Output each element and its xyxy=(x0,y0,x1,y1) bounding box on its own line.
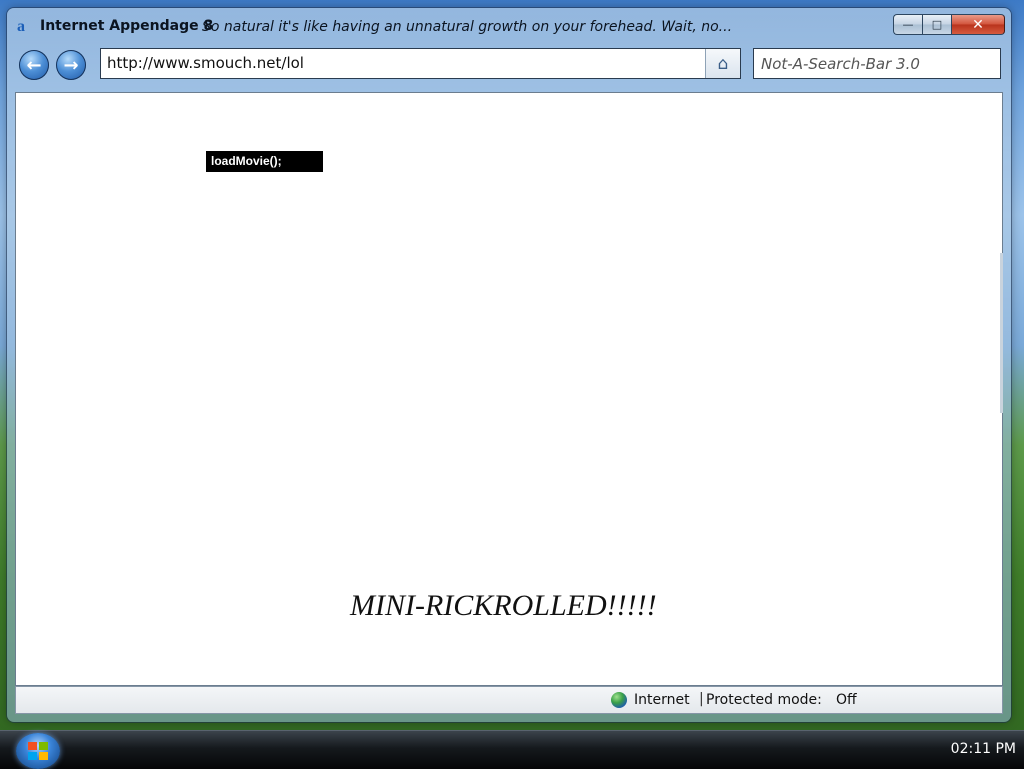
rickroll-message: MINI-RICKROLLED!!!!! xyxy=(350,589,657,622)
back-arrow-icon: ← xyxy=(26,54,42,76)
search-placeholder: Not-A-Search-Bar 3.0 xyxy=(761,55,920,73)
windows-logo-icon xyxy=(28,742,48,760)
window-controls: — □ ✕ xyxy=(893,14,1005,35)
address-text: http://www.smouch.net/lol xyxy=(107,54,304,72)
globe-icon xyxy=(611,692,627,708)
close-button[interactable]: ✕ xyxy=(951,14,1005,35)
window-tagline: So natural it's like having an unnatural… xyxy=(202,19,733,35)
window-title: Internet Appendage 8 xyxy=(40,18,214,34)
close-icon: ✕ xyxy=(972,16,984,33)
protected-mode-value: Off xyxy=(836,692,857,708)
browser-logo-icon: a xyxy=(17,18,25,35)
scrollbar[interactable] xyxy=(1000,253,1003,413)
home-button[interactable]: ⌂ xyxy=(705,49,740,78)
security-zone[interactable]: Internet xyxy=(634,692,690,708)
protected-mode-label: Protected mode: xyxy=(706,692,822,708)
forward-button[interactable]: → xyxy=(56,50,86,80)
search-bar[interactable]: Not-A-Search-Bar 3.0 xyxy=(753,48,1001,79)
address-bar[interactable]: http://www.smouch.net/lol ⌂ xyxy=(100,48,741,79)
page-content: loadMovie(); MINI-RICKROLLED!!!!! xyxy=(15,92,1003,686)
status-bar: Internet | Protected mode: Off xyxy=(15,686,1003,714)
start-button[interactable] xyxy=(16,733,60,769)
maximize-icon: □ xyxy=(931,18,943,31)
status-separator: | xyxy=(699,691,704,707)
flash-movie-label: loadMovie(); xyxy=(206,151,323,172)
minimize-icon: — xyxy=(902,18,914,31)
taskbar: 02:11 PM xyxy=(0,730,1024,769)
minimize-button[interactable]: — xyxy=(893,14,922,35)
forward-arrow-icon: → xyxy=(63,54,79,76)
home-icon: ⌂ xyxy=(717,53,729,74)
maximize-button[interactable]: □ xyxy=(922,14,951,35)
back-button[interactable]: ← xyxy=(19,50,49,80)
taskbar-clock[interactable]: 02:11 PM xyxy=(951,741,1016,757)
title-bar[interactable]: a Internet Appendage 8 So natural it's l… xyxy=(7,8,1011,44)
browser-window: a Internet Appendage 8 So natural it's l… xyxy=(7,8,1011,722)
